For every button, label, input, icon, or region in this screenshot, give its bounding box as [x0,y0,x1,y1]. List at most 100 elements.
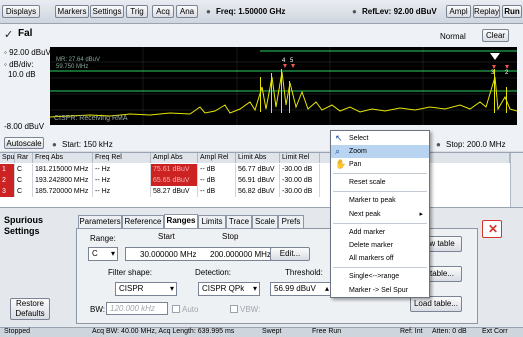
stop-label: Stop [222,232,239,241]
tab-prefs[interactable]: Prefs [278,215,304,228]
menu-item-single-range[interactable]: Single<-->range [331,270,429,283]
stop-freq[interactable]: Stop: 200.0 MHz [446,140,506,149]
row-3-rar[interactable]: C [15,186,33,197]
threshold-input[interactable]: 56.99 dBuV ▴ [270,282,332,296]
row-3-freq-abs[interactable]: 185.720000 MHz [33,186,93,197]
menu-separator [333,191,427,192]
row-1-spur[interactable]: 1 [0,164,15,175]
acq-button[interactable]: Acq [152,5,174,18]
clear-button[interactable]: Clear [482,29,509,42]
col-header-ampl-rel[interactable]: Ampl Rel [198,153,236,163]
tab-reference[interactable]: Reference [122,215,164,228]
row-2-spur[interactable]: 2 [0,175,15,186]
edit-button[interactable]: Edit... [270,247,310,261]
menu-item-add-marker[interactable]: Add marker [331,226,429,239]
menu-item-next-peak[interactable]: Next peak ▸ [331,208,429,221]
displays-button[interactable]: Displays [2,5,40,18]
marker-5-icon[interactable] [291,64,295,68]
tab-parameters[interactable]: Parameters [78,215,122,228]
row-2-limit-abs[interactable]: 56.91 dBuV [236,175,280,186]
menu-item-select[interactable]: ↖ Select [331,132,429,145]
table-scrollbar[interactable] [510,153,523,207]
filter-shape-value: CISPR [119,284,144,293]
start-freq[interactable]: Start: 150 kHz [62,140,113,149]
row-1-ampl-abs[interactable]: 75.61 dBuV [151,164,198,175]
run-button[interactable]: Run [502,5,522,18]
col-header-limit-abs[interactable]: Limit Abs [236,153,280,163]
autoscale-button[interactable]: Autoscale [4,137,44,149]
marker-4-icon[interactable] [283,64,287,68]
col-header-spur[interactable]: Spur [0,153,15,163]
menu-item-zoom[interactable]: ⌕ Zoom [331,145,429,158]
freq-readout[interactable]: Freq: 1.50000 GHz [216,7,285,16]
load-table-button[interactable]: Load table... [410,296,462,312]
row-3-limit-abs[interactable]: 56.82 dBuV [236,186,280,197]
restore-label-1: Restore [15,299,44,308]
ampl-button[interactable]: Ampl [446,5,471,18]
marker-selected-icon[interactable] [490,53,500,60]
checkmark-icon: ✓ [4,29,14,41]
menu-item-delete-marker[interactable]: Delete marker [331,239,429,252]
row-3-ampl-abs[interactable]: 58.27 dBuV [151,186,198,197]
range-select[interactable]: C ▾ [88,247,118,261]
markers-button[interactable]: Markers [55,5,89,18]
detection-select[interactable]: CISPR QPk ▾ [198,282,260,296]
menu-item-marker-to-peak[interactable]: Marker to peak [331,194,429,207]
row-3-limit-rel[interactable]: -30.00 dB [280,186,320,197]
row-3-ampl-rel[interactable]: -- dB [198,186,236,197]
bw-input[interactable]: 120.000 kHz [106,302,168,315]
ana-button[interactable]: Ana [176,5,198,18]
vbw-checkbox[interactable] [230,305,238,313]
menu-item-pan[interactable]: ✋ Pan [331,158,429,171]
close-button[interactable]: ✕ [482,220,502,238]
row-2-freq-abs[interactable]: 193.242800 MHz [33,175,93,186]
row-1-limit-abs[interactable]: 56.77 dBuV [236,164,280,175]
tab-ranges[interactable]: Ranges [164,214,198,228]
col-header-freq-abs[interactable]: Freq Abs [33,153,93,163]
marker-2-icon[interactable] [505,65,509,69]
close-icon: ✕ [488,222,499,236]
tab-limits[interactable]: Limits [198,215,226,228]
row-1-freq-rel[interactable]: -- Hz [93,164,151,175]
select-cursor-icon: ↖ [335,133,343,143]
row-3-freq-rel[interactable]: -- Hz [93,186,151,197]
trig-button[interactable]: Trig [126,5,148,18]
attenuation: Atten: 0 dB [432,328,467,335]
stop-value[interactable]: 200.000000 MHz [210,250,271,259]
replay-button[interactable]: Replay [473,5,500,18]
detection-label: Detection: [195,268,232,277]
marker-3-icon[interactable] [492,65,496,69]
tab-scale[interactable]: Scale [252,215,278,228]
menu-item-marker-sel-spur[interactable]: Marker -> Sel Spur [331,284,429,297]
range-label: Range: [90,234,116,243]
restore-defaults-button[interactable]: Restore Defaults [10,298,50,320]
marker-readout-2: 59.750 MHz [56,64,88,70]
row-2-freq-rel[interactable]: -- Hz [93,175,151,186]
auto-checkbox[interactable] [172,305,180,313]
col-header-ampl-abs[interactable]: Ampl Abs [151,153,198,163]
spectrum-plot[interactable]: CISPR: Receiving RMA MR: 27.64 dBuV 59.7… [50,47,517,125]
menu-item-reset-scale[interactable]: Reset scale [331,176,429,189]
row-3-spur[interactable]: 3 [0,186,15,197]
menu-item-all-markers-off[interactable]: All markers off [331,252,429,265]
settings-button[interactable]: Settings [90,5,124,18]
panel-title-1: Spurious [4,215,44,225]
tab-trace[interactable]: Trace [226,215,252,228]
auto-label: Auto [182,305,199,314]
col-header-limit-rel[interactable]: Limit Rel [280,153,320,163]
row-1-freq-abs[interactable]: 181.215000 MHz [33,164,93,175]
row-2-ampl-abs[interactable]: 65.65 dBuV [151,175,198,186]
row-2-limit-rel[interactable]: -30.00 dB [280,175,320,186]
row-2-ampl-rel[interactable]: -- dB [198,175,236,186]
col-header-rar[interactable]: Rar [15,153,33,163]
row-2-rar[interactable]: C [15,175,33,186]
filter-shape-label: Filter shape: [108,268,153,277]
filter-shape-select[interactable]: CISPR ▾ [115,282,177,296]
reflev-readout[interactable]: RefLev: 92.00 dBuV [362,7,437,16]
row-1-rar[interactable]: C [15,164,33,175]
row-1-limit-rel[interactable]: -30.00 dB [280,164,320,175]
row-1-ampl-rel[interactable]: -- dB [198,164,236,175]
col-header-freq-rel[interactable]: Freq Rel [93,153,151,163]
start-value[interactable]: 30.000000 MHz [140,250,196,259]
vbw-label: VBW: [240,305,261,314]
